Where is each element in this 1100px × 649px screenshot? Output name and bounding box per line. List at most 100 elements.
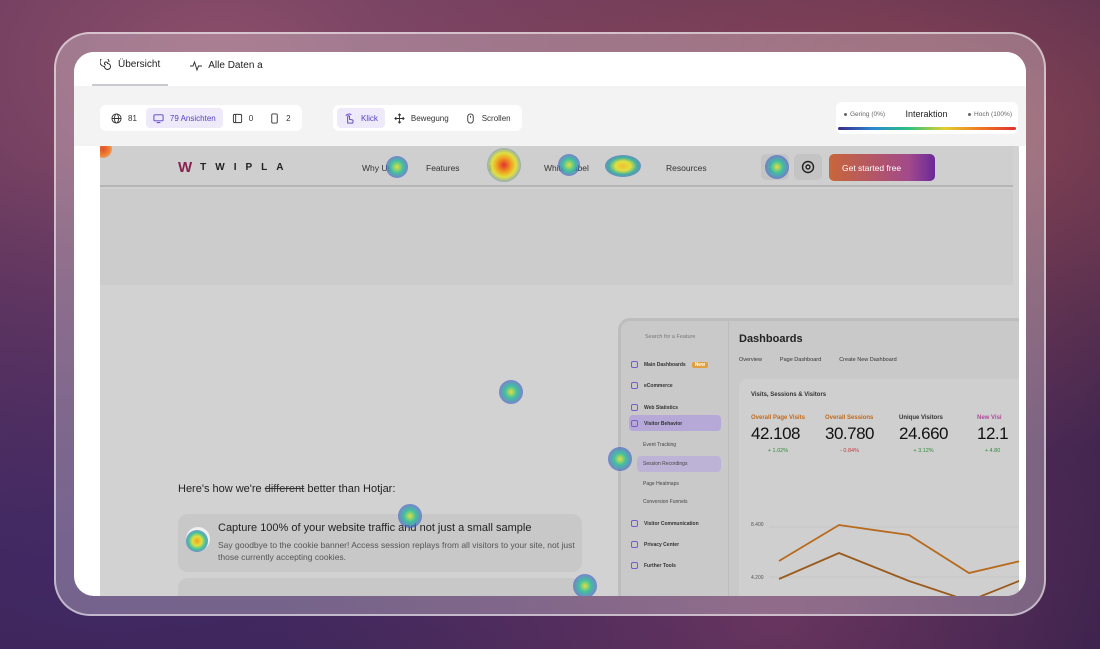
feature-title: Capture 100% of your website traffic and… — [218, 522, 532, 534]
filter-tablet[interactable]: 0 — [225, 108, 260, 128]
logo-text: TWIPLA — [200, 162, 293, 173]
nav-why-us[interactable]: Why Us? — [362, 163, 396, 173]
series-line-2 — [778, 552, 1019, 596]
stat-label: Overall Page Visits — [751, 415, 805, 421]
tab-overview-label: Übersicht — [118, 59, 161, 70]
stat-change: - 0.84% — [840, 448, 859, 454]
stat-change: + 1.02% — [767, 448, 789, 454]
device-filter-group: 81 79 Ansichten 0 2 — [100, 105, 302, 131]
heat-spot-hero — [499, 380, 523, 404]
spiral-icon — [100, 58, 111, 70]
activity-icon — [190, 59, 203, 72]
language-button[interactable] — [761, 154, 789, 180]
dashboard-tabs: Overview Page Dashboard Create New Dashb… — [739, 357, 897, 363]
dash-tab-create: Create New Dashboard — [839, 357, 897, 363]
interaction-legend: Gering (0%) Interaktion Hoch (100%) — [836, 102, 1018, 134]
stat-label: New Visi — [977, 415, 1002, 421]
side-conversion-funnels: Conversion Funnels — [643, 499, 688, 505]
mode-click[interactable]: Klick — [337, 108, 385, 128]
get-started-button[interactable]: Get started free — [829, 154, 935, 181]
visits-card: Visits, Sessions & Visitors Overall Page… — [739, 379, 1019, 596]
side-session-recordings: Session Recordings — [643, 461, 688, 467]
legend-gradient-bar — [838, 127, 1016, 130]
stat-new-visitors: New Visi 12.1 + 4.80 — [977, 415, 1009, 454]
desktop-icon — [153, 113, 164, 123]
filter-all-count: 81 — [128, 113, 137, 123]
mouse-scroll-icon — [466, 112, 474, 124]
tab-all-data[interactable]: Alle Daten a — [182, 52, 270, 86]
stat-page-visits: Overall Page Visits 42.108 + 1.02% — [751, 415, 805, 454]
app-window: Übersicht Alle Daten a 81 79 Ansichten 0 — [74, 52, 1026, 596]
mode-scroll[interactable]: Scrollen — [458, 108, 518, 128]
y-tick-low: 4.200 — [751, 575, 764, 581]
flag-globe-icon — [769, 161, 781, 173]
legend-low: Gering (0%) — [844, 111, 885, 118]
stat-unique-visitors: Unique Visitors 24.660 + 3.12% — [899, 415, 949, 454]
dashboard-main: Dashboards Overview Page Dashboard Creat… — [731, 321, 1019, 596]
stat-value: 42.108 — [751, 424, 800, 443]
site-logo[interactable]: W TWIPLA — [178, 159, 293, 176]
side-ecommerce: eCommerce — [631, 382, 673, 389]
heatmap-mode-group: Klick Bewegung Scrollen — [333, 105, 522, 131]
account-button[interactable] — [794, 154, 822, 180]
stat-sessions: Overall Sessions 30.780 - 0.84% — [825, 415, 875, 454]
feature-check-icon — [186, 527, 210, 551]
tab-bar: Übersicht Alle Daten a — [74, 52, 1026, 86]
feature-search: Search for a Feature — [645, 334, 696, 340]
struck-word: different — [264, 483, 305, 495]
heatmap-toolbar: 81 79 Ansichten 0 2 Klick Bewegung Scrol… — [74, 86, 1026, 146]
pointer-click-icon — [345, 113, 354, 124]
nav-blog[interactable]: Blog — [618, 163, 635, 173]
tab-overview[interactable]: Übersicht — [92, 52, 169, 86]
feature-card: Capture 100% of your website traffic and… — [178, 514, 582, 572]
side-main-dashboards: Main Dashboards New — [631, 361, 708, 368]
legend-title: Interaktion — [905, 109, 948, 119]
dashboard-sidebar: Search for a Feature Main Dashboards New … — [621, 321, 729, 596]
y-tick-high: 8.400 — [751, 522, 764, 528]
feature-description: Say goodbye to the cookie banner! Access… — [218, 540, 575, 562]
comparison-heading: Here's how we're different better than H… — [178, 483, 396, 495]
mode-scroll-label: Scrollen — [481, 113, 511, 123]
user-circle-icon — [801, 160, 815, 174]
nav-resources[interactable]: Resources — [666, 163, 707, 173]
stat-change: + 3.12% — [913, 448, 934, 454]
nav-features[interactable]: Features — [426, 163, 460, 173]
filter-tablet-count: 0 — [248, 113, 254, 123]
mobile-icon — [271, 112, 278, 124]
site-navbar: W TWIPLA Why Us? Features Pricing White … — [100, 146, 1013, 187]
trend-lines — [769, 524, 1019, 596]
nav-white-label[interactable]: White Label — [544, 163, 589, 173]
filter-desktop-label: 79 Ansichten — [169, 113, 216, 123]
filter-desktop[interactable]: 79 Ansichten — [145, 108, 223, 128]
dash-tab-overview: Overview — [739, 357, 762, 363]
logo-mark: W — [178, 159, 193, 176]
side-privacy-center: Privacy Center — [631, 541, 679, 548]
visits-card-title: Visits, Sessions & Visitors — [751, 392, 827, 398]
side-event-tracking: Event Tracking — [643, 442, 677, 448]
tablet-icon — [232, 113, 242, 123]
filter-mobile-count: 2 — [286, 113, 291, 123]
stat-value: 30.780 — [825, 424, 875, 443]
move-icon — [394, 112, 405, 124]
new-badge: New — [691, 361, 708, 368]
dashboard-title: Dashboards — [739, 333, 803, 345]
filter-all-devices[interactable]: 81 — [104, 108, 144, 128]
side-web-statistics: Web Statistics — [631, 404, 678, 411]
filter-mobile[interactable]: 2 — [262, 108, 297, 128]
dashboard-preview: Search for a Feature Main Dashboards New … — [618, 318, 1019, 596]
side-visitor-communication: Visitor Communication — [631, 520, 699, 527]
mode-click-label: Klick — [361, 113, 378, 123]
heatmap-canvas[interactable]: W TWIPLA Why Us? Features Pricing White … — [100, 146, 1019, 596]
series-line-1 — [778, 524, 1019, 574]
globe-icon — [111, 112, 122, 124]
nav-pricing[interactable]: Pricing — [489, 163, 515, 173]
mode-movement-label: Bewegung — [410, 113, 449, 123]
side-page-heatmaps: Page Heatmaps — [643, 481, 679, 487]
feature-card-2 — [178, 578, 582, 596]
stat-value: 24.660 — [899, 424, 949, 443]
legend-high: Hoch (100%) — [968, 111, 1012, 118]
stat-label: Unique Visitors — [899, 415, 943, 421]
side-visitor-behavior: Visitor Behavior — [631, 420, 682, 427]
mode-movement[interactable]: Bewegung — [387, 108, 456, 128]
stat-change: + 4.80 — [984, 448, 1001, 454]
